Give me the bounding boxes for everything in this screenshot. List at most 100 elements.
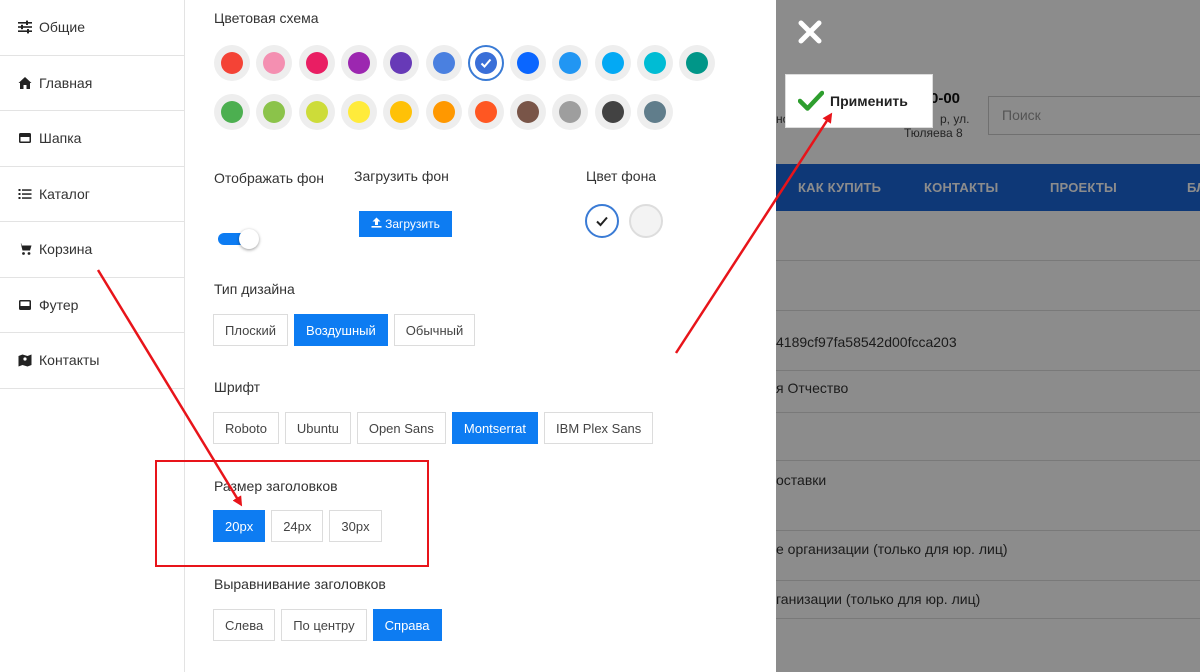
color-swatch[interactable] [467,45,504,81]
sidebar-item-label: Корзина [39,241,93,258]
settings-panel: Цветовая схема Отображать фон Загрузить … [185,0,776,672]
color-dot [305,52,328,74]
home-icon [17,76,33,90]
color-swatch[interactable] [594,94,631,130]
color-swatch[interactable] [340,45,377,81]
heading-align-option[interactable]: Справа [372,609,442,641]
sidebar-item-main[interactable]: Главная [0,56,184,111]
show-bg-label: Отображать фон [214,170,324,186]
color-swatch[interactable] [594,45,631,81]
annotation-highlight-box [155,460,429,567]
font-option[interactable]: Roboto [213,412,279,444]
font-option[interactable]: Open Sans [356,412,446,444]
color-swatch[interactable] [383,94,420,130]
heading-align-option[interactable]: По центру [281,609,367,641]
color-swatch[interactable] [552,94,589,130]
sidebar-item-footer[interactable]: Футер [0,278,184,333]
sidebar-item-catalog[interactable]: Каталог [0,167,184,222]
heading-align-label: Выравнивание заголовков [214,576,386,592]
close-button[interactable] [797,19,823,45]
heading-align-option[interactable]: Слева [213,609,276,641]
color-swatch[interactable] [425,94,462,130]
color-dot [305,101,328,123]
color-swatch[interactable] [298,45,335,81]
font-group: Roboto Ubuntu Open Sans Montserrat IBM Plex … [213,412,654,444]
sidebar-item-label: Контакты [39,352,100,369]
upload-button-label: Загрузить [385,217,440,231]
color-dot [517,52,540,74]
bg-color-gray-option[interactable] [629,204,663,238]
color-dot [601,52,624,74]
sidebar-item-label: Общие [39,19,86,36]
color-swatch[interactable] [383,45,420,81]
color-dot [263,52,286,74]
design-type-option[interactable]: Обычный [393,314,476,346]
cart-icon [17,242,33,256]
heading-align-group: Слева По центру Справа [213,609,442,641]
list-icon [17,187,33,201]
color-swatch[interactable] [214,94,250,130]
show-bg-toggle[interactable] [218,229,259,249]
header-icon [17,131,33,145]
color-swatch[interactable] [637,94,673,130]
check-icon [596,216,608,227]
sidebar-item-label: Футер [39,296,79,313]
color-dot [263,101,286,123]
check-icon [480,58,492,68]
color-dot [347,101,370,123]
font-option[interactable]: IBM Plex Sans [544,412,654,444]
sidebar-item-contacts[interactable]: Контакты [0,333,184,389]
map-icon [17,353,33,367]
color-dot [390,52,413,74]
color-dot [432,101,455,123]
color-dot [559,52,582,74]
color-swatch[interactable] [256,45,293,81]
sidebar-item-label: Каталог [39,185,90,202]
sidebar-item-header[interactable]: Шапка [0,111,184,167]
color-dot [644,52,666,74]
color-swatch[interactable] [510,94,547,130]
color-swatch[interactable] [256,94,293,130]
design-type-group: Плоский Воздушный Обычный [213,314,476,346]
upload-icon [371,217,382,231]
upload-button[interactable]: Загрузить [359,211,452,237]
design-type-option[interactable]: Воздушный [294,314,388,346]
close-icon [798,20,822,44]
color-swatch[interactable] [637,45,673,81]
color-swatch[interactable] [467,94,504,130]
bg-color-white-option[interactable] [585,204,619,238]
color-dot [644,101,666,123]
color-dot [347,52,370,74]
color-swatch[interactable] [679,45,716,81]
settings-sidebar: Общие Главная Шапка Каталог Корзина Футе… [0,0,185,672]
font-option[interactable]: Montserrat [451,412,539,444]
color-dot [686,52,709,74]
color-swatch[interactable] [510,45,547,81]
color-swatch[interactable] [425,45,462,81]
design-type-label: Тип дизайна [214,281,295,297]
sidebar-item-label: Шапка [39,130,82,147]
apply-button-label: Применить [830,93,908,109]
color-dot [601,101,624,123]
footer-icon [17,298,33,312]
sidebar-item-label: Главная [39,74,93,91]
color-dot [432,52,455,74]
color-dot [559,101,582,123]
bg-color-label: Цвет фона [586,168,657,184]
color-swatch[interactable] [298,94,335,130]
sidebar-item-cart[interactable]: Корзина [0,222,184,278]
color-swatch[interactable] [214,45,250,81]
font-option[interactable]: Ubuntu [284,412,351,444]
color-dot [390,101,413,123]
color-dot [221,101,243,123]
design-type-option[interactable]: Плоский [213,314,289,346]
color-swatch[interactable] [340,94,377,130]
sidebar-item-general[interactable]: Общие [0,0,184,56]
color-dot [221,52,243,74]
toggle-knob [239,229,259,249]
apply-button[interactable]: Применить [785,74,933,128]
color-dot [517,101,540,123]
upload-bg-label: Загрузить фон [354,168,449,184]
color-swatch[interactable] [552,45,589,81]
sliders-icon [17,20,33,34]
